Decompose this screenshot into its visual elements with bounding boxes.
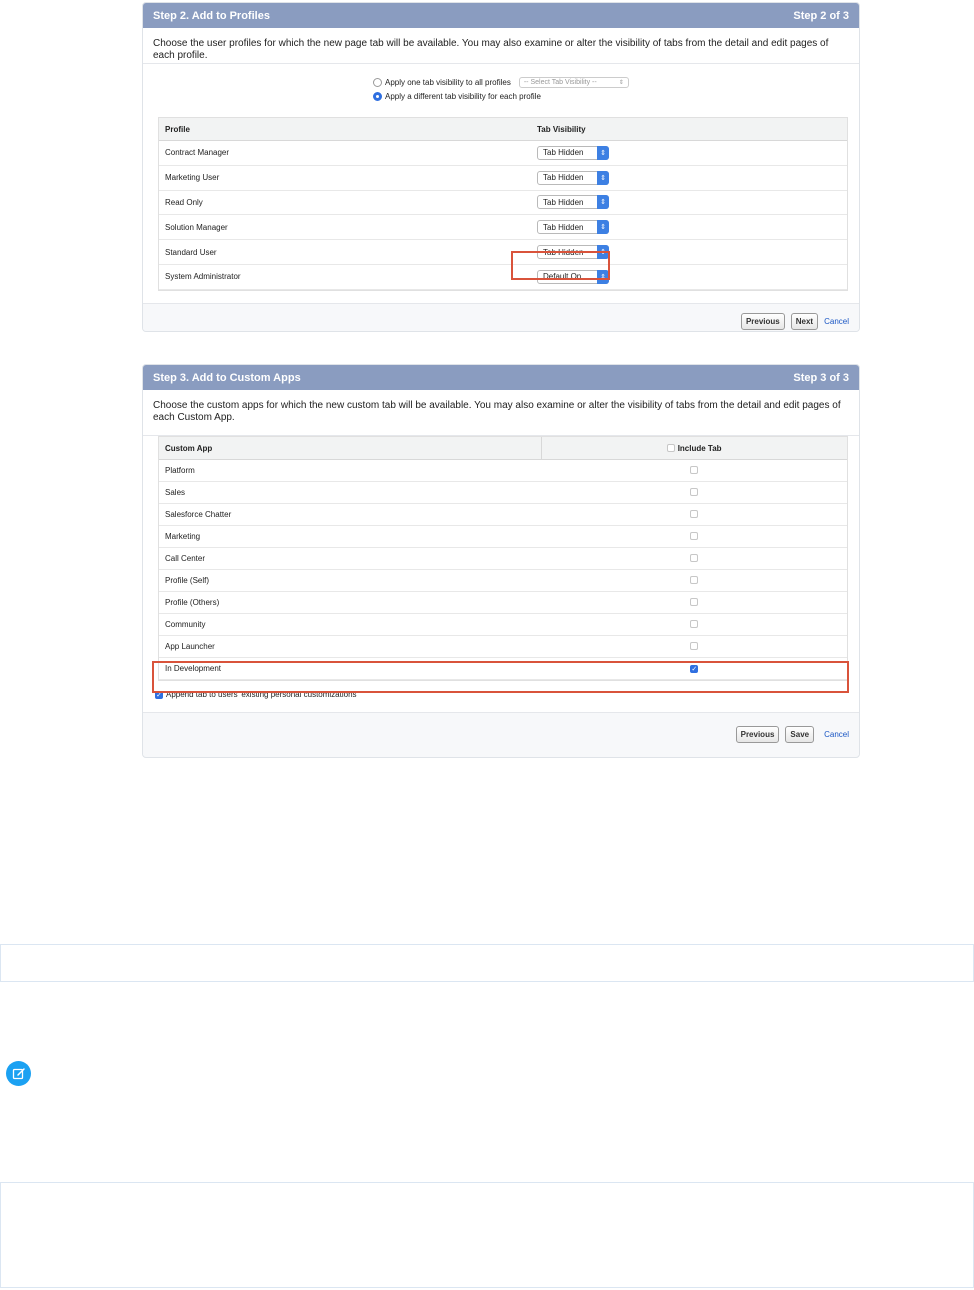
table-row: Marketing User Tab Hidden ⇕ — [159, 165, 847, 191]
select-arrow-icon: ⇕ — [597, 220, 609, 235]
table-row: Sales — [159, 481, 847, 504]
visibility-select[interactable]: Tab Hidden ⇕ — [537, 170, 609, 185]
app-name: Call Center — [159, 547, 542, 570]
app-name: App Launcher — [159, 635, 542, 658]
include-checkbox[interactable] — [690, 619, 699, 628]
table-row: System Administrator Default On ⇕ — [159, 264, 847, 290]
empty-bar — [0, 944, 974, 982]
visibility-value: Tab Hidden — [543, 173, 584, 183]
step2-header: Step 2. Add to Profiles Step 2 of 3 — [143, 3, 859, 28]
include-checkbox[interactable] — [690, 575, 699, 584]
include-checkbox[interactable] — [690, 531, 699, 540]
table-row: Profile (Self) — [159, 569, 847, 592]
step2-footer: Previous Next Cancel — [143, 303, 859, 331]
radio-all[interactable] — [373, 78, 382, 87]
visibility-value: Tab Hidden — [543, 148, 584, 158]
table-row: Standard User Tab Hidden ⇕ — [159, 239, 847, 265]
select-arrow-icon: ⇕ — [597, 195, 609, 210]
profile-name: Solution Manager — [159, 214, 531, 241]
step2-panel: Step 2. Add to Profiles Step 2 of 3 Choo… — [142, 2, 860, 332]
highlight-default-on — [511, 251, 610, 280]
include-checkbox[interactable] — [690, 509, 699, 518]
profile-name: Contract Manager — [159, 140, 531, 166]
step3-footer: Previous Save Cancel — [143, 712, 859, 755]
table-row: Call Center — [159, 547, 847, 570]
radio-all-row: Apply one tab visibility to all profiles… — [373, 77, 629, 88]
select-arrow-icon: ⇕ — [597, 145, 609, 160]
visibility-select[interactable]: Tab Hidden ⇕ — [537, 145, 609, 160]
radio-each[interactable] — [373, 92, 382, 101]
visibility-select[interactable]: Tab Hidden ⇕ — [537, 220, 609, 235]
select-arrow-icon: ⇕ — [597, 170, 609, 185]
profiles-header-row: Profile Tab Visibility — [159, 118, 847, 141]
table-row: Profile (Others) — [159, 591, 847, 614]
next-button[interactable]: Next — [790, 313, 819, 330]
select-updown-icon: ⇕ — [618, 80, 624, 86]
cancel-link[interactable]: Cancel — [824, 317, 849, 326]
include-checkbox[interactable] — [690, 465, 699, 474]
empty-box — [0, 1182, 974, 1288]
radio-each-label: Apply a different tab visibility for eac… — [385, 92, 541, 101]
step2-step-label: Step 2 of 3 — [793, 9, 849, 22]
radio-each-row: Apply a different tab visibility for eac… — [373, 92, 541, 101]
table-row: Salesforce Chatter — [159, 503, 847, 526]
app-name: Profile (Others) — [159, 591, 542, 614]
table-row: App Launcher — [159, 635, 847, 658]
edit-icon — [12, 1067, 25, 1079]
profile-column-header: Profile — [159, 118, 531, 141]
step2-title: Step 2. Add to Profiles — [153, 9, 270, 22]
include-checkbox[interactable] — [690, 553, 699, 562]
app-name: Sales — [159, 481, 542, 504]
include-tab-label: Include Tab — [677, 443, 722, 453]
previous-button[interactable]: Previous — [735, 725, 780, 743]
table-row: Marketing — [159, 525, 847, 548]
select-all-visibility[interactable]: -- Select Tab Visibility -- ⇕ — [518, 77, 629, 88]
profile-name: Marketing User — [159, 165, 531, 191]
app-name: Community — [159, 613, 542, 636]
step2-body: Apply one tab visibility to all profiles… — [143, 64, 859, 303]
profile-name: System Administrator — [159, 264, 531, 290]
profiles-table: Profile Tab Visibility Contract Manager … — [159, 118, 847, 290]
profile-name: Standard User — [159, 239, 531, 265]
radio-dot-icon — [376, 95, 379, 98]
save-button[interactable]: Save — [785, 725, 815, 743]
step3-header: Step 3. Add to Custom Apps Step 3 of 3 — [143, 365, 859, 390]
visibility-select[interactable]: Tab Hidden ⇕ — [537, 195, 609, 210]
cancel-link[interactable]: Cancel — [824, 730, 849, 739]
app-name: Salesforce Chatter — [159, 503, 542, 526]
include-tab-header: Include Tab — [541, 437, 847, 460]
previous-button[interactable]: Previous — [740, 313, 785, 330]
highlight-in-development — [152, 661, 849, 693]
step2-description: Choose the user profiles for which the n… — [143, 28, 859, 64]
profiles-table-wrap: Profile Tab Visibility Contract Manager … — [158, 117, 848, 291]
custom-app-column-header: Custom App — [159, 437, 542, 460]
app-name: Platform — [159, 459, 542, 482]
table-row: Community — [159, 613, 847, 636]
step3-step-label: Step 3 of 3 — [793, 371, 849, 384]
visibility-column-header: Tab Visibility — [531, 118, 847, 141]
include-all-checkbox[interactable] — [667, 443, 676, 452]
apps-table-wrap: Custom App Include Tab Platform Sales Sa… — [158, 436, 848, 681]
radio-all-label: Apply one tab visibility to all profiles — [385, 78, 511, 87]
note-icon — [6, 1061, 31, 1086]
profile-name: Read Only — [159, 190, 531, 216]
app-name: Profile (Self) — [159, 569, 542, 592]
step3-panel: Step 3. Add to Custom Apps Step 3 of 3 C… — [142, 364, 860, 758]
table-row: Solution Manager Tab Hidden ⇕ — [159, 214, 847, 241]
step3-description: Choose the custom apps for which the new… — [143, 390, 859, 436]
include-checkbox[interactable] — [690, 487, 699, 496]
include-checkbox[interactable] — [690, 597, 699, 606]
include-checkbox[interactable] — [690, 641, 699, 650]
visibility-value: Tab Hidden — [543, 222, 584, 232]
app-name: Marketing — [159, 525, 542, 548]
table-row: Contract Manager Tab Hidden ⇕ — [159, 140, 847, 166]
apps-table: Custom App Include Tab Platform Sales Sa… — [159, 437, 847, 680]
table-row: Read Only Tab Hidden ⇕ — [159, 190, 847, 216]
select-all-placeholder: -- Select Tab Visibility -- — [523, 79, 597, 86]
table-row: Platform — [159, 459, 847, 482]
step3-title: Step 3. Add to Custom Apps — [153, 371, 301, 384]
apps-header-row: Custom App Include Tab — [159, 437, 847, 460]
visibility-value: Tab Hidden — [543, 197, 584, 207]
